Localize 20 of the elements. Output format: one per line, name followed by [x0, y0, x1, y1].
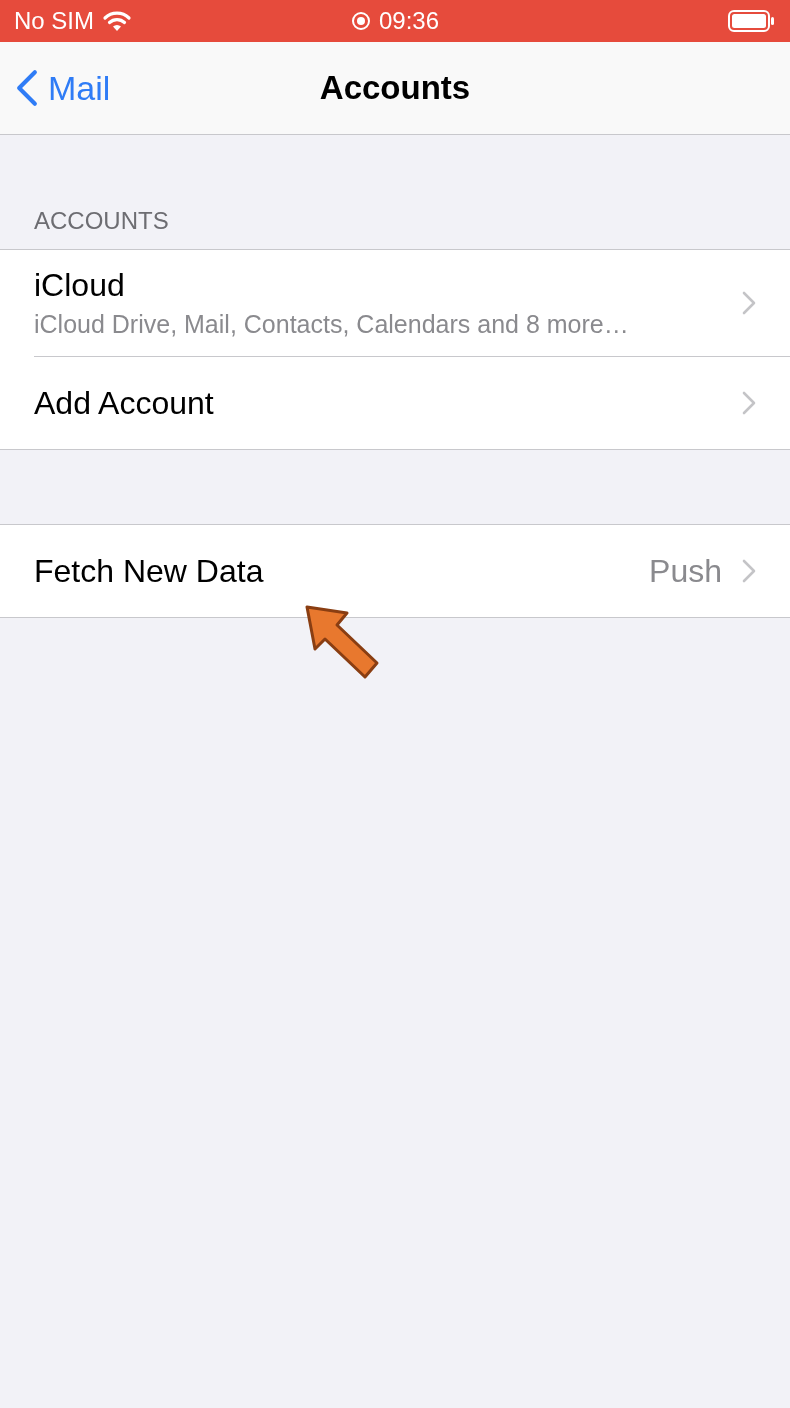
clock-time: 09:36 [378, 7, 440, 35]
section-header: ACCOUNTS [34, 207, 169, 234]
row-title: Fetch New Data [34, 552, 265, 590]
row-value: Push [649, 552, 722, 590]
chevron-right-icon [742, 559, 756, 583]
page-title: Accounts [319, 69, 471, 107]
chevron-right-icon [742, 291, 756, 315]
back-chevron-icon [16, 69, 38, 107]
settings-row[interactable]: iCloud iCloud Drive, Mail, Contacts, Calendars and 8 more… [0, 250, 790, 357]
carrier-label: No SIM [14, 7, 94, 35]
row-subtitle: iCloud Drive, Mail, Contacts, Calendars and 8 more… [34, 310, 630, 339]
wifi-icon [102, 10, 132, 32]
settings-row[interactable]: Add Account [0, 357, 790, 449]
row-title: iCloud [34, 267, 126, 304]
back-button[interactable]: Mail [0, 68, 111, 108]
battery-icon [728, 10, 776, 32]
chevron-right-icon [742, 391, 756, 415]
settings-row[interactable]: Fetch New Data Push [0, 525, 790, 617]
row-title: Add Account [34, 384, 215, 422]
recording-icon [350, 11, 371, 31]
